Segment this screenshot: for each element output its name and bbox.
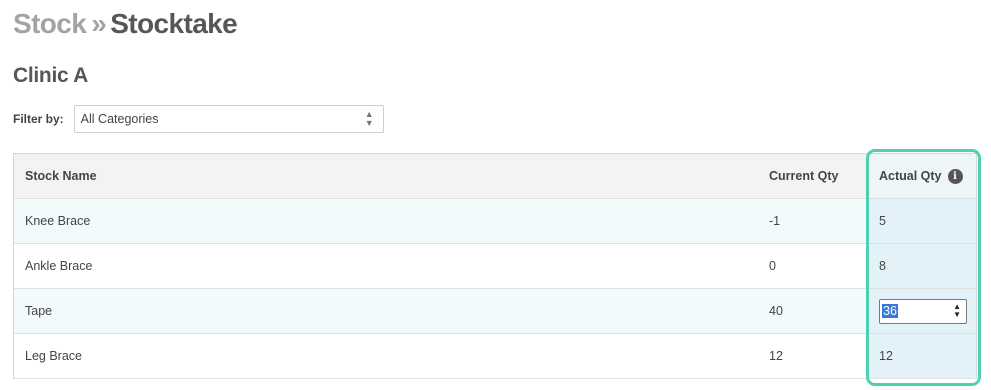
header-actual-qty-label[interactable]: Actual Qty (879, 169, 942, 183)
table-row: Knee Brace -1 5 (14, 199, 976, 244)
info-icon[interactable]: i (947, 168, 963, 184)
stock-name-cell: Leg Brace (25, 349, 82, 363)
stock-name-cell: Ankle Brace (25, 259, 93, 273)
stock-name-cell: Tape (25, 304, 53, 318)
actual-qty-value: 12 (879, 349, 893, 363)
actual-qty-value: 8 (879, 259, 886, 273)
stocktake-table: Stock Name Current Qty Actual Qty i Knee… (13, 153, 977, 379)
header-stock-name[interactable]: Stock Name (14, 169, 769, 183)
table-row: Ankle Brace 0 8 (14, 244, 976, 289)
location-heading: Clinic A (13, 64, 88, 87)
actual-qty-cell: 36 ▲ ▼ (869, 289, 976, 333)
table-row: Leg Brace 12 12 (14, 334, 976, 379)
header-actual-qty: Actual Qty i (869, 154, 976, 198)
table-row: Tape 40 36 ▲ ▼ (14, 289, 976, 334)
chevron-up-down-icon: ▲ ▼ (364, 109, 374, 128)
current-qty-cell: 0 (769, 259, 776, 273)
actual-qty-value: 5 (879, 214, 886, 228)
filter-row: Filter by: All Categories ▲ ▼ (13, 105, 384, 133)
filter-label: Filter by: (13, 112, 64, 126)
spinner-icon[interactable]: ▲ ▼ (953, 303, 961, 319)
actual-qty-input-value: 36 (882, 304, 898, 318)
category-filter-select[interactable]: All Categories ▲ ▼ (73, 105, 384, 133)
page-title: Stocktake (110, 8, 238, 39)
current-qty-cell: -1 (769, 214, 781, 228)
breadcrumb-separator: » (91, 8, 107, 39)
actual-qty-cell[interactable]: 12 (869, 334, 976, 378)
header-current-qty[interactable]: Current Qty (769, 169, 869, 183)
stock-name-cell: Knee Brace (25, 214, 91, 228)
actual-qty-cell[interactable]: 8 (869, 244, 976, 288)
current-qty-cell: 12 (769, 349, 783, 363)
category-filter-value: All Categories (80, 112, 159, 126)
breadcrumb-parent-stock[interactable]: Stock (13, 8, 87, 39)
actual-qty-input[interactable]: 36 ▲ ▼ (879, 298, 967, 324)
actual-qty-cell[interactable]: 5 (869, 199, 976, 243)
current-qty-cell: 40 (769, 304, 783, 318)
breadcrumb: Stock» Stocktake (13, 8, 238, 40)
table-header-row: Stock Name Current Qty Actual Qty i (14, 154, 976, 199)
